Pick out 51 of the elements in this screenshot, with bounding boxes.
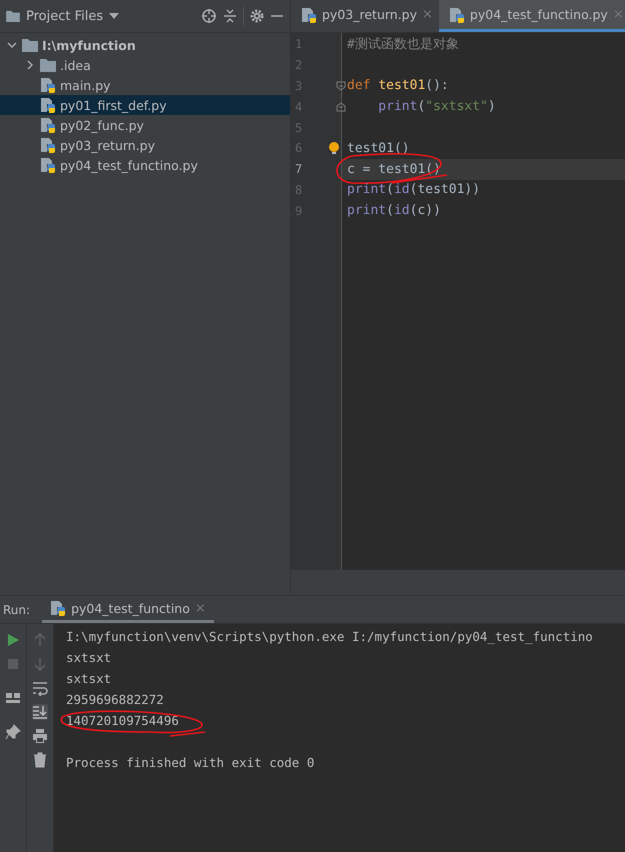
tree-item[interactable]: py02_func.py — [0, 115, 290, 135]
console-line: sxtsxt — [66, 650, 112, 665]
python-file-icon — [40, 97, 56, 113]
python-file-icon — [40, 157, 56, 173]
tree-item[interactable]: .idea — [0, 55, 290, 75]
python-file-icon — [50, 600, 66, 616]
soft-wrap-icon[interactable] — [32, 680, 48, 696]
editor-tab[interactable]: py04_test_functino.py × — [438, 0, 625, 32]
run-tab[interactable]: py04_test_functino × — [42, 596, 214, 623]
console-line: sxtsxt — [66, 671, 112, 686]
fold-marker-icon[interactable] — [336, 80, 346, 91]
code-line: test01() — [347, 140, 410, 156]
python-file-icon — [40, 117, 56, 133]
code-line: print(id(c)) — [347, 203, 441, 218]
tree-item[interactable]: py01_first_def.py — [0, 95, 290, 115]
panel-title[interactable]: Project Files — [26, 8, 104, 24]
console-line: I:\myfunction\venv\Scripts\python.exe I:/myfunction/py04_test_functino — [66, 629, 593, 644]
trash-icon[interactable] — [32, 752, 48, 768]
print-icon[interactable] — [32, 728, 48, 744]
tree-item[interactable]: py04_test_functino.py — [0, 155, 290, 175]
layout-icon[interactable] — [5, 690, 21, 706]
editor-tab[interactable]: py03_return.py × — [291, 0, 439, 32]
pin-icon[interactable] — [5, 724, 21, 740]
line-number: 7 — [295, 162, 302, 176]
run-icon[interactable] — [5, 632, 21, 648]
python-file-icon — [40, 77, 56, 93]
code-line: print("sxtsxt") — [377, 99, 496, 114]
tree-item[interactable]: main.py — [0, 75, 290, 95]
python-file-icon — [448, 6, 465, 22]
console-line: 140720109754496 — [66, 713, 179, 728]
code-line: print(id(test01)) — [347, 182, 480, 198]
caret-icon[interactable] — [109, 13, 120, 19]
console-line: Process finished with exit code 0 — [66, 755, 314, 770]
console-line: 2959696882272 — [66, 692, 164, 707]
lightbulb-icon[interactable] — [328, 140, 340, 155]
tree-item[interactable]: I:\myfunction — [0, 35, 290, 55]
fold-marker-icon[interactable] — [336, 102, 346, 112]
settings-icon[interactable] — [250, 9, 264, 23]
python-file-icon — [301, 6, 317, 22]
code-line: #测试函数也是对象 — [347, 36, 459, 54]
folder-icon — [6, 10, 20, 22]
crosshair-icon[interactable] — [201, 8, 217, 24]
python-file-icon — [40, 137, 56, 153]
tree-item[interactable]: py03_return.py — [0, 135, 290, 155]
folder-icon — [22, 38, 38, 52]
run-label: Run: — [3, 602, 30, 616]
scroll-to-end-icon[interactable] — [32, 704, 48, 720]
folder-icon — [40, 58, 56, 72]
code-line: c = test01() — [347, 162, 441, 177]
code-line: def test01(): — [347, 78, 449, 94]
collapse-icon[interactable] — [223, 9, 237, 23]
